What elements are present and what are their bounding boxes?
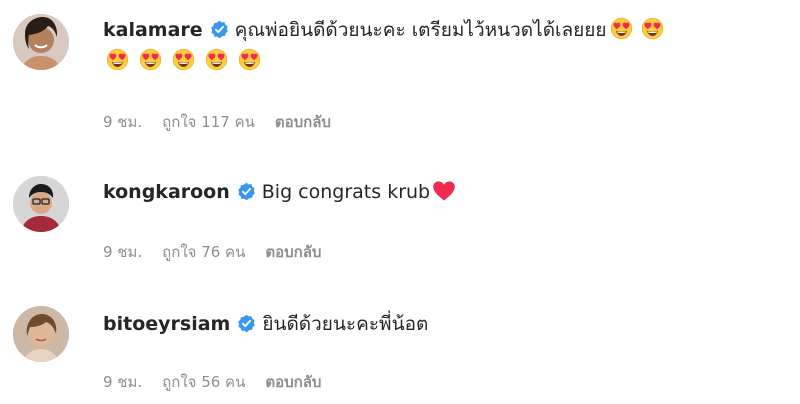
heart-eyes-emoji-icon bbox=[106, 48, 129, 71]
avatar[interactable] bbox=[13, 176, 69, 232]
comment-time[interactable]: 9 ชม. bbox=[103, 243, 142, 261]
comment-meta: 9 ชม. ถูกใจ 56 คน ตอบกลับ bbox=[103, 370, 341, 394]
heart-eyes-emoji-icon bbox=[172, 48, 195, 71]
avatar[interactable] bbox=[13, 14, 69, 70]
comment-time[interactable]: 9 ชม. bbox=[103, 373, 142, 391]
comment-text-line-2 bbox=[106, 48, 261, 74]
username[interactable]: kalamare bbox=[103, 19, 203, 41]
verified-badge-icon bbox=[237, 314, 256, 333]
comment-likes[interactable]: ถูกใจ 76 คน bbox=[162, 243, 245, 261]
heart-eyes-emoji-icon bbox=[205, 48, 228, 71]
comment-likes[interactable]: ถูกใจ 117 คน bbox=[162, 113, 255, 131]
reply-button[interactable]: ตอบกลับ bbox=[265, 373, 321, 391]
reply-button[interactable]: ตอบกลับ bbox=[265, 243, 321, 261]
comment-time[interactable]: 9 ชม. bbox=[103, 113, 142, 131]
heart-eyes-emoji-icon bbox=[238, 48, 261, 71]
comment-text-line: kalamare คุณพ่อยินดีด้วยนะคะ เตรียมไว้หนว… bbox=[103, 17, 664, 43]
heart-eyes-emoji-icon bbox=[139, 48, 162, 71]
comment-text-line: bitoeyrsiam ยินดีด้วยนะคะพี่น้อต bbox=[103, 311, 428, 337]
comment-meta: 9 ชม. ถูกใจ 76 คน ตอบกลับ bbox=[103, 240, 341, 264]
red-heart-emoji-icon bbox=[432, 180, 456, 202]
verified-badge-icon bbox=[210, 20, 229, 39]
comment-meta: 9 ชม. ถูกใจ 117 คน ตอบกลับ bbox=[103, 110, 351, 134]
heart-eyes-emoji-icon bbox=[641, 17, 664, 40]
comment-text: ยินดีด้วยนะคะพี่น้อต bbox=[262, 313, 429, 335]
username[interactable]: bitoeyrsiam bbox=[103, 313, 230, 335]
comment-text: คุณพ่อยินดีด้วยนะคะ เตรียมไว้หนวดได้เลยย… bbox=[234, 19, 607, 41]
verified-badge-icon bbox=[237, 182, 256, 201]
comment-text: Big congrats krub bbox=[261, 181, 431, 203]
heart-eyes-emoji-icon bbox=[610, 17, 633, 40]
avatar[interactable] bbox=[13, 306, 69, 362]
reply-button[interactable]: ตอบกลับ bbox=[275, 113, 331, 131]
username[interactable]: kongkaroon bbox=[103, 181, 230, 203]
comment-likes[interactable]: ถูกใจ 56 คน bbox=[162, 373, 245, 391]
comment-text-line: kongkaroon Big congrats krub bbox=[103, 179, 456, 205]
